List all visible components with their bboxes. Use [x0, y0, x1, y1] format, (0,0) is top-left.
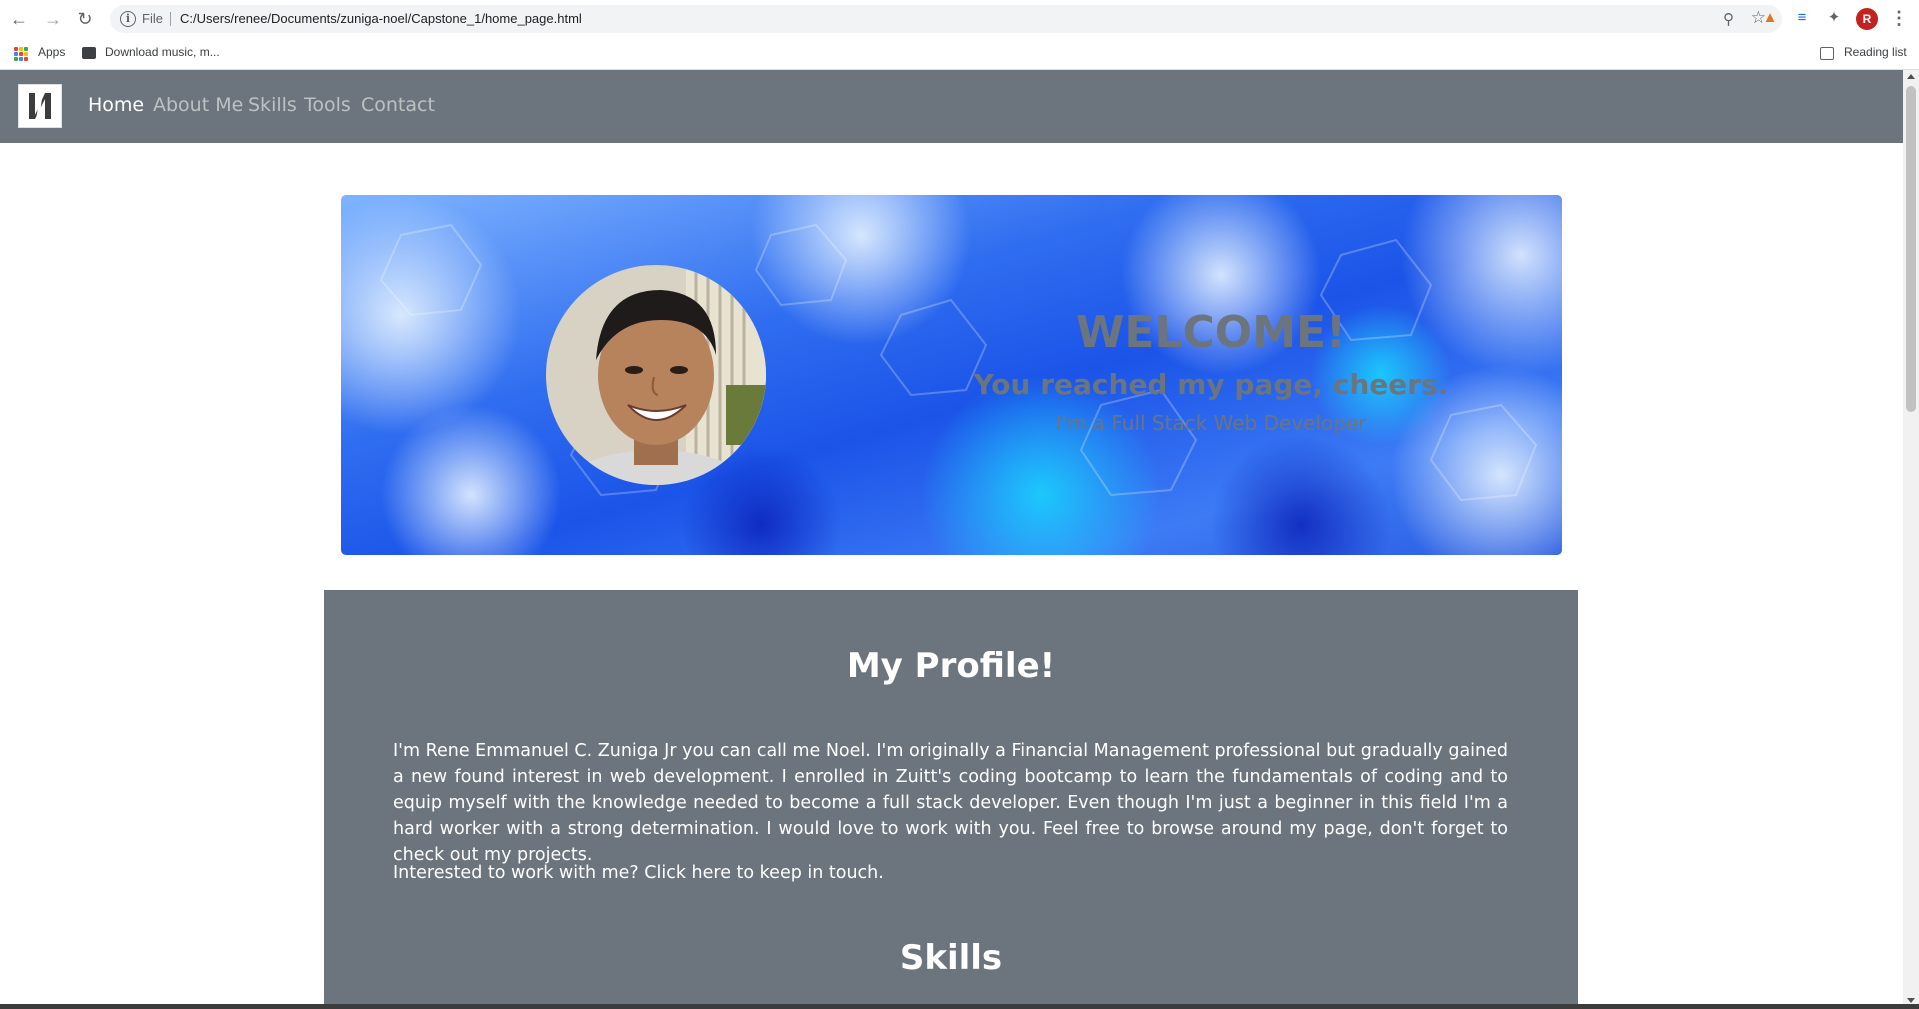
profile-heading: My Profile!: [846, 646, 1056, 686]
bookmark-apps[interactable]: Apps: [38, 45, 65, 59]
site-logo[interactable]: [18, 84, 62, 128]
bookmark-folder-icon: [82, 47, 96, 59]
nav-link-skills[interactable]: Skills: [248, 94, 297, 116]
taskbar-edge: [0, 1004, 1919, 1009]
profile-avatar[interactable]: R: [1856, 8, 1878, 30]
divider: [170, 12, 171, 26]
forward-icon[interactable]: →: [42, 8, 64, 30]
site-navbar: Home About Me Skills Tools Contact: [0, 70, 1903, 143]
skills-heading: Skills: [899, 938, 1003, 978]
hero-tagline: I'm a Full Stack Web Developer: [1055, 411, 1367, 435]
extensions-puzzle-icon[interactable]: ✦: [1824, 8, 1844, 28]
scroll-up-arrow-icon[interactable]: [1907, 74, 1915, 79]
page-viewport: Home About Me Skills Tools Contact WELCO…: [0, 70, 1903, 1009]
address-bar[interactable]: i File C:/Users/renee/Documents/zuniga-n…: [110, 5, 1782, 33]
logo-n-icon: [19, 85, 61, 127]
scroll-down-arrow-icon[interactable]: [1907, 998, 1915, 1003]
apps-icon[interactable]: [14, 47, 28, 61]
zoom-icon[interactable]: ⚲: [1723, 10, 1734, 28]
nav-link-home[interactable]: Home: [88, 94, 144, 116]
reading-list-link[interactable]: Reading list: [1844, 45, 1907, 59]
bookmarks-bar: Apps Download music, m... Reading list: [0, 38, 1919, 70]
file-label: File: [142, 11, 163, 26]
nav-link-about-me[interactable]: About Me: [153, 94, 243, 116]
url-text[interactable]: C:/Users/renee/Documents/zuniga-noel/Cap…: [180, 11, 582, 26]
metamask-extension-icon[interactable]: ▲: [1760, 8, 1780, 28]
scrollbar-thumb[interactable]: [1906, 86, 1916, 412]
profile-photo: [546, 265, 766, 485]
hero-jumbotron: WELCOME! You reached my page, cheers. I'…: [341, 195, 1562, 555]
reload-icon[interactable]: ↻: [74, 8, 96, 30]
contact-link[interactable]: Interested to work with me? Click here t…: [393, 863, 884, 883]
nav-link-tools[interactable]: Tools: [304, 94, 351, 116]
extension-icon[interactable]: ≡: [1792, 8, 1812, 28]
profile-paragraph: I'm Rene Emmanuel C. Zuniga Jr you can c…: [393, 741, 1508, 865]
nav-link-contact[interactable]: Contact: [361, 94, 435, 116]
profile-section: My Profile! I'm Rene Emmanuel C. Zuniga …: [324, 590, 1578, 1009]
back-icon[interactable]: ←: [8, 8, 30, 30]
info-icon[interactable]: i: [120, 11, 136, 27]
page-scrollbar[interactable]: [1903, 70, 1919, 1009]
profile-photo-image: [546, 265, 766, 485]
reading-list-icon[interactable]: [1820, 47, 1834, 60]
bookmark-download-music[interactable]: Download music, m...: [105, 45, 220, 59]
hero-welcome-heading: WELCOME!: [1075, 307, 1347, 358]
browser-toolbar: ← → ↻ i File C:/Users/renee/Documents/zu…: [0, 0, 1919, 38]
menu-icon[interactable]: ⋮: [1890, 6, 1908, 30]
hero-subtitle: You reached my page, cheers.: [973, 368, 1449, 401]
